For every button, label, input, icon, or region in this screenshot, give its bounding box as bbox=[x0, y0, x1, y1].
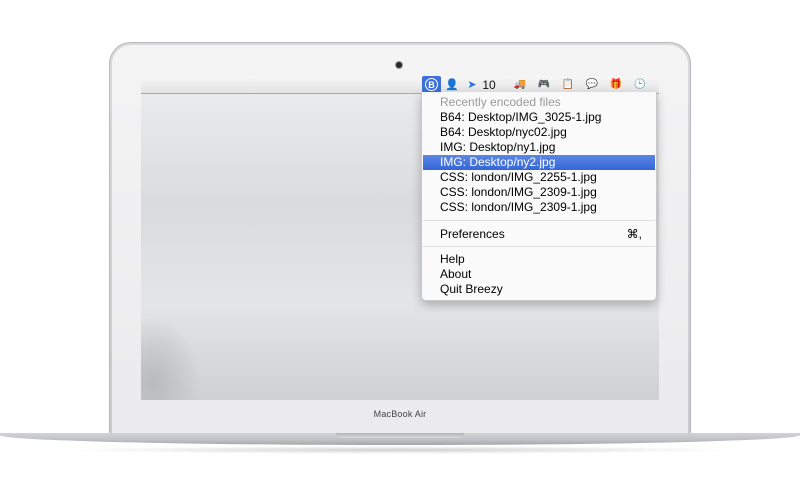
menu-item-recent-3[interactable]: IMG: Desktop/ny1.jpg bbox=[422, 140, 656, 155]
menu-item-recent-7[interactable]: CSS: london/IMG_2309-1.jpg bbox=[422, 200, 656, 215]
speech-bubble-icon[interactable]: 💬 bbox=[584, 76, 600, 93]
menu-item-recent-1[interactable]: B64: Desktop/IMG_3025-1.jpg bbox=[422, 110, 656, 125]
breezy-menu-extra[interactable]: B bbox=[422, 76, 441, 93]
laptop-shadow bbox=[60, 446, 740, 454]
menu-header-recent: Recently encoded files bbox=[440, 95, 561, 109]
menu-item-recent-4-selected[interactable]: IMG: Desktop/ny2.jpg bbox=[423, 155, 655, 170]
menu-separator bbox=[423, 246, 655, 247]
gamepad-icon[interactable]: 🎮 bbox=[536, 76, 552, 93]
person-icon[interactable]: 👤 bbox=[444, 76, 460, 93]
menu-item-about[interactable]: About bbox=[422, 267, 656, 282]
preferences-shortcut: ⌘, bbox=[626, 227, 642, 241]
menu-item-recent-2[interactable]: B64: Desktop/nyc02.jpg bbox=[422, 125, 656, 140]
menu-item-recent-6[interactable]: CSS: london/IMG_2309-1.jpg bbox=[422, 185, 656, 200]
menu-separator bbox=[423, 220, 655, 221]
menu-item-preferences[interactable]: Preferences ⌘, bbox=[422, 227, 656, 242]
cursor-count: 10 bbox=[482, 77, 496, 92]
macbook-brand-label: MacBook Air bbox=[373, 409, 427, 419]
preferences-label: Preferences bbox=[440, 227, 505, 241]
camera-icon bbox=[396, 62, 402, 68]
menu-item-help[interactable]: Help bbox=[422, 252, 656, 267]
breezy-dropdown-menu: Recently encoded files B64: Desktop/IMG_… bbox=[421, 92, 657, 301]
wallpaper-mist bbox=[141, 316, 201, 400]
breezy-b-icon: B bbox=[425, 78, 438, 91]
clipboard-icon[interactable]: 📋 bbox=[560, 76, 576, 93]
menu-item-quit[interactable]: Quit Breezy bbox=[422, 282, 656, 297]
gift-icon[interactable]: 🎁 bbox=[608, 76, 624, 93]
cursor-arrow-icon[interactable]: ➤ bbox=[464, 76, 480, 93]
truck-icon[interactable]: 🚚 bbox=[512, 76, 528, 93]
clock-icon[interactable]: 🕒 bbox=[632, 76, 648, 93]
menu-item-recent-5[interactable]: CSS: london/IMG_2255-1.jpg bbox=[422, 170, 656, 185]
laptop-base-notch bbox=[336, 433, 464, 438]
